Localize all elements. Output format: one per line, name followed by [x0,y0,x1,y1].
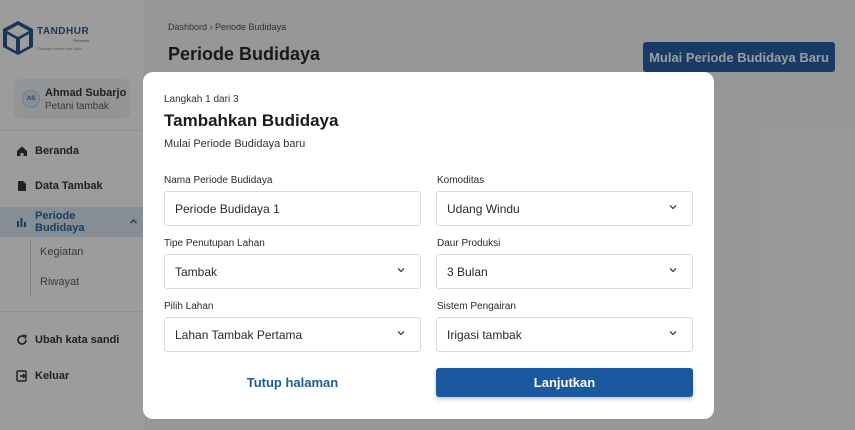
daur-produksi-select[interactable]: 3 Bulan [436,254,693,289]
chevron-down-icon [669,331,677,336]
pilih-lahan-label: Pilih Lahan [164,301,214,312]
tipe-penutupan-select[interactable]: Tambak [164,254,421,289]
modal-subtitle: Mulai Periode Budidaya baru [164,138,306,150]
chevron-down-icon [397,331,405,336]
sistem-pengairan-select[interactable]: Irigasi tambak [436,317,693,352]
tipe-penutupan-value: Tambak [175,264,218,279]
continue-button[interactable]: Lanjutkan [436,368,693,397]
nama-periode-input[interactable]: Periode Budidaya 1 [164,191,421,226]
chevron-down-icon [669,205,677,210]
sistem-pengairan-value: Irigasi tambak [447,327,522,342]
nama-periode-value: Periode Budidaya 1 [175,201,280,216]
pilih-lahan-select[interactable]: Lahan Tambak Pertama [164,317,421,352]
chevron-down-icon [397,268,405,273]
nama-periode-label: Nama Periode Budidaya [164,175,273,186]
close-page-button[interactable]: Tutup halaman [164,368,421,397]
komoditas-label: Komoditas [437,175,485,186]
daur-produksi-label: Daur Produksi [437,238,501,249]
add-cultivation-modal: Langkah 1 dari 3 Tambahkan Budidaya Mula… [143,72,714,419]
sistem-pengairan-label: Sistem Pengairan [437,301,516,312]
step-indicator: Langkah 1 dari 3 [164,94,239,105]
komoditas-select[interactable]: Udang Windu [436,191,693,226]
modal-title: Tambahkan Budidaya [164,111,339,130]
pilih-lahan-value: Lahan Tambak Pertama [175,327,303,342]
chevron-down-icon [669,268,677,273]
daur-produksi-value: 3 Bulan [447,264,488,279]
komoditas-value: Udang Windu [447,201,520,216]
tipe-penutupan-label: Tipe Penutupan Lahan [164,238,265,249]
